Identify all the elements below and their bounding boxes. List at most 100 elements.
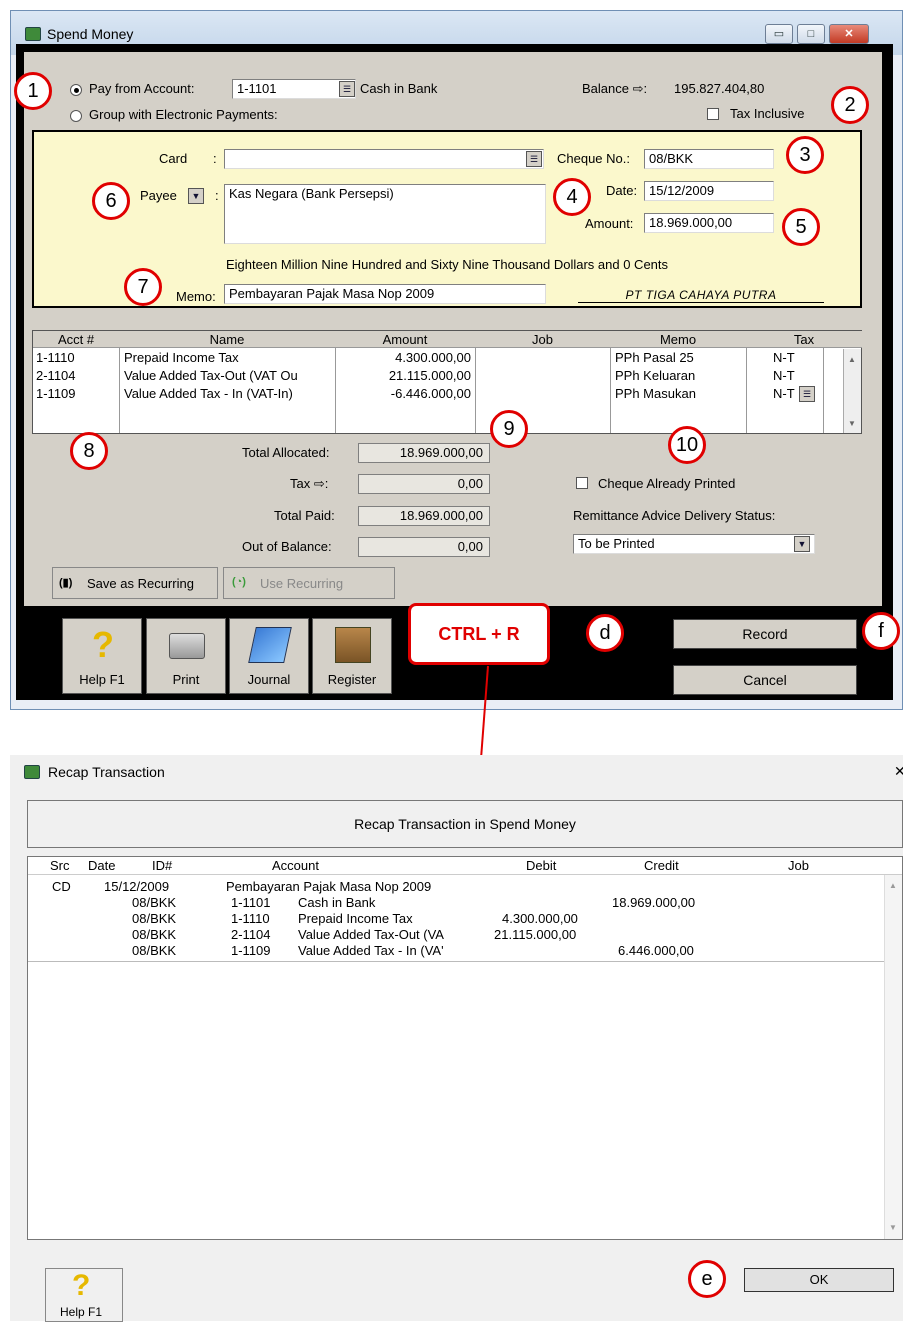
row2-name[interactable]: Value Added Tax-Out (VAT Ou — [124, 367, 332, 385]
register-label: Register — [327, 672, 377, 687]
recap-row4-name: Value Added Tax - In (VA' — [298, 943, 444, 958]
row1-name[interactable]: Prepaid Income Tax — [124, 349, 332, 367]
row1-acct[interactable]: 1-1110 — [36, 349, 75, 367]
journal-button[interactable]: Journal — [229, 618, 309, 694]
memo-field[interactable]: Pembayaran Pajak Masa Nop 2009 — [224, 284, 546, 304]
out-of-balance-value: 0,00 — [358, 537, 490, 557]
help-icon: ? — [92, 624, 114, 665]
row2-acct[interactable]: 2-1104 — [36, 367, 76, 385]
balance-value: 195.827.404,80 — [674, 81, 765, 96]
row3-tax[interactable]: N-T — [773, 385, 795, 403]
amount-field[interactable]: 18.969.000,00 — [644, 213, 774, 233]
row1-memo[interactable]: PPh Pasal 25 — [615, 349, 694, 367]
col-header-acct[interactable]: Acct # — [33, 331, 119, 348]
save-recurring-button[interactable]: (▮) Save as Recurring — [52, 567, 218, 599]
recap-row1-name: Cash in Bank — [298, 895, 376, 910]
pay-from-radio[interactable] — [70, 84, 82, 96]
save-recurring-icon: (▮) — [59, 577, 73, 589]
tax-inclusive-label: Tax Inclusive — [730, 106, 805, 121]
row2-memo[interactable]: PPh Keluaran — [615, 367, 695, 385]
amount-in-words: Eighteen Million Nine Hundred and Sixty … — [226, 257, 669, 272]
annotation-1: 1 — [14, 72, 52, 110]
register-button[interactable]: Register — [312, 618, 392, 694]
row2-tax[interactable]: N-T — [773, 367, 795, 385]
card-lookup-icon[interactable]: ☰ — [526, 151, 542, 167]
recap-scrollbar[interactable]: ▲ ▼ — [884, 875, 902, 1239]
row2-amount[interactable]: 21.115.000,00 — [335, 367, 471, 385]
maximize-button[interactable]: □ — [797, 24, 825, 44]
allocation-grid: Acct # Name Amount Job Memo Tax 1-1110 P… — [32, 330, 862, 434]
journal-label: Journal — [247, 672, 291, 687]
payee-colon: : — [215, 188, 219, 203]
cancel-button[interactable]: Cancel — [673, 665, 857, 695]
print-button[interactable]: Print — [146, 618, 226, 694]
recap-col-debit: Debit — [526, 858, 557, 873]
payee-label: Payee — [140, 188, 177, 203]
recap-row2-acct: 1-1110 — [231, 911, 270, 926]
tax-total-value: 0,00 — [358, 474, 490, 494]
remittance-select[interactable]: To be Printed — [573, 534, 815, 554]
account-lookup-icon[interactable]: ☰ — [339, 81, 355, 97]
card-field[interactable] — [224, 149, 544, 169]
tax-total-label: Tax ⇨: — [290, 476, 329, 491]
col-header-amount[interactable]: Amount — [335, 331, 475, 348]
close-button[interactable]: ✕ — [829, 24, 869, 44]
row3-memo[interactable]: PPh Masukan — [615, 385, 696, 403]
col-header-tax[interactable]: Tax — [746, 331, 862, 348]
recap-row2-name: Prepaid Income Tax — [298, 911, 413, 926]
record-button[interactable]: Record — [673, 619, 857, 649]
date-field[interactable]: 15/12/2009 — [644, 181, 774, 201]
tax-inclusive-checkbox[interactable] — [707, 108, 719, 120]
recap-col-src: Src — [50, 858, 70, 873]
chevron-down-icon[interactable]: ▼ — [794, 536, 810, 552]
card-label: Card — [159, 151, 188, 166]
help-label: Help F1 — [79, 672, 125, 687]
annotation-4: 4 — [553, 178, 591, 216]
shortcut-callout: CTRL + R — [408, 603, 550, 665]
tax-lookup-icon[interactable]: ☰ — [799, 386, 815, 402]
annotation-d: d — [586, 614, 624, 652]
row3-acct[interactable]: 1-1109 — [36, 385, 76, 403]
cheque-no-field[interactable]: 08/BKK — [644, 149, 774, 169]
minimize-button[interactable]: ▭ — [765, 24, 793, 44]
help-button[interactable]: ? Help F1 — [62, 618, 142, 694]
col-header-name[interactable]: Name — [119, 331, 335, 348]
row3-name[interactable]: Value Added Tax - In (VAT-In) — [124, 385, 332, 403]
annotation-2: 2 — [831, 86, 869, 124]
group-payments-radio[interactable] — [70, 110, 82, 122]
recap-row4-acct: 1-1109 — [231, 943, 271, 958]
recap-row3-acct: 2-1104 — [231, 927, 271, 942]
group-payments-label: Group with Electronic Payments: — [89, 107, 278, 122]
recap-desc: Pembayaran Pajak Masa Nop 2009 — [226, 879, 432, 894]
recap-col-id: ID# — [152, 858, 173, 873]
payee-field[interactable]: Kas Negara (Bank Persepsi) — [224, 184, 546, 244]
remittance-label: Remittance Advice Delivery Status: — [573, 508, 776, 523]
recap-help-button[interactable]: ? Help F1 — [45, 1268, 123, 1322]
pay-from-label: Pay from Account: — [89, 81, 195, 96]
col-header-memo[interactable]: Memo — [610, 331, 746, 348]
recap-row1-credit: 18.969.000,00 — [612, 895, 696, 910]
help-icon: ? — [72, 1269, 91, 1302]
company-name: PT TIGA CAHAYA PUTRA — [578, 288, 824, 303]
save-recurring-label: Save as Recurring — [87, 576, 194, 591]
payee-dropdown-icon[interactable]: ▼ — [188, 188, 204, 204]
amount-label: Amount: — [585, 216, 634, 231]
recap-row3-debit: 21.115.000,00 — [494, 927, 577, 942]
out-of-balance-label: Out of Balance: — [242, 539, 332, 554]
ok-button[interactable]: OK — [744, 1268, 894, 1292]
recap-close-icon[interactable]: ✕ — [894, 763, 903, 780]
recap-row2-id: 08/BKK — [132, 911, 177, 926]
recap-row3-id: 08/BKK — [132, 927, 177, 942]
grid-scrollbar[interactable]: ▲ ▼ — [843, 349, 861, 433]
recap-row4-credit: 6.446.000,00 — [618, 943, 694, 958]
use-recurring-button[interactable]: (◔) Use Recurring — [223, 567, 395, 599]
recap-src: CD — [52, 879, 71, 894]
pay-from-account-field[interactable]: 1-1101 — [232, 79, 356, 99]
row1-amount[interactable]: 4.300.000,00 — [335, 349, 471, 367]
col-header-job[interactable]: Job — [475, 331, 610, 348]
row3-amount[interactable]: -6.446.000,00 — [335, 385, 471, 403]
total-allocated-value: 18.969.000,00 — [358, 443, 490, 463]
cheque-printed-checkbox[interactable] — [576, 477, 588, 489]
row1-tax[interactable]: N-T — [773, 349, 795, 367]
annotation-6: 6 — [92, 182, 130, 220]
